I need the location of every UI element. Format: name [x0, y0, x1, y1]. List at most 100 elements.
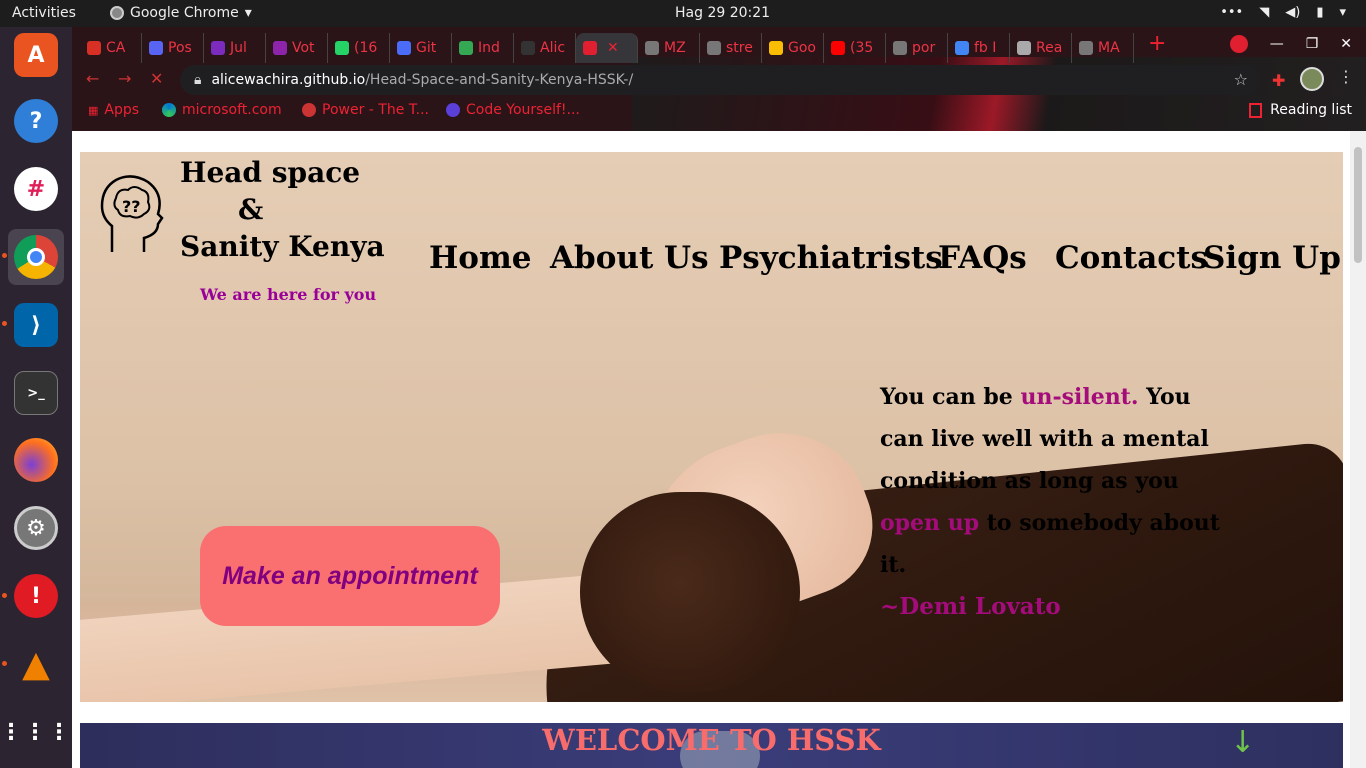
tab-favicon-icon: [273, 41, 287, 55]
bookmark-microsoft[interactable]: microsoft.com: [162, 102, 282, 118]
nav-faqs[interactable]: FAQs: [938, 240, 1027, 276]
tab-favicon-icon: [583, 41, 597, 55]
system-tray[interactable]: ••• ◥ ◀) ▮ ▾: [1220, 5, 1346, 20]
app-menu[interactable]: Google Chrome ▾: [110, 5, 252, 21]
browser-tab[interactable]: Goo: [762, 33, 824, 63]
minimize-button[interactable]: —: [1270, 36, 1284, 52]
back-button[interactable]: ←: [86, 69, 99, 88]
tab-label: Jul: [230, 40, 247, 56]
browser-tab[interactable]: Vot: [266, 33, 328, 63]
more-icon[interactable]: •••: [1220, 5, 1243, 20]
browser-tab[interactable]: ✕: [576, 33, 638, 63]
firefox-icon: [14, 438, 58, 482]
browser-tab[interactable]: MZ: [638, 33, 700, 63]
chrome-menu-button[interactable]: ⋮: [1338, 67, 1354, 86]
forward-button[interactable]: →: [118, 69, 131, 88]
running-indicator: [2, 661, 7, 666]
browser-tab[interactable]: MA: [1072, 33, 1134, 63]
tab-close-icon[interactable]: ✕: [607, 40, 619, 56]
dock-settings[interactable]: ⚙: [8, 500, 64, 556]
tab-label: Goo: [788, 40, 816, 56]
browser-tab[interactable]: Git: [390, 33, 452, 63]
bookmark-code-yourself[interactable]: Code Yourself!...: [446, 102, 580, 118]
running-indicator: [2, 253, 7, 258]
dock-vscode[interactable]: ⟩: [8, 297, 64, 353]
tab-favicon-icon: [211, 41, 225, 55]
edge-icon: [162, 103, 176, 117]
tab-label: MZ: [664, 40, 686, 56]
quote-highlight-open-up: open up: [880, 510, 980, 536]
chevron-down-icon[interactable]: ▾: [1339, 5, 1346, 20]
nav-psychiatrists[interactable]: Psychiatrists: [719, 240, 943, 276]
make-appointment-button[interactable]: Make an appointment: [200, 526, 500, 626]
browser-tab[interactable]: Ind: [452, 33, 514, 63]
terminal-icon: >_: [14, 371, 58, 415]
chrome-icon: [14, 235, 58, 279]
browser-tab[interactable]: Alic: [514, 33, 576, 63]
dock-help[interactable]: ?: [8, 93, 64, 149]
stop-button[interactable]: ✕: [150, 69, 163, 88]
lock-icon[interactable]: 🔒︎: [194, 72, 201, 88]
svg-text:??: ??: [122, 197, 141, 216]
reading-list-button[interactable]: Reading list: [1249, 102, 1352, 118]
site-title-line1: Head space: [180, 156, 361, 189]
quote-author: ~Demi Lovato: [880, 593, 1061, 620]
page-scrollbar[interactable]: [1350, 131, 1366, 768]
running-indicator: [2, 593, 7, 598]
url-host: alicewachira.github.io: [211, 72, 366, 88]
dock-show-apps[interactable]: ⋮⋮⋮: [0, 704, 70, 760]
bookmark-power[interactable]: Power - The T...: [302, 102, 429, 118]
browser-tab[interactable]: CA: [80, 33, 142, 63]
tab-label: MA: [1098, 40, 1120, 56]
arrow-down-icon: ↓: [1230, 725, 1256, 760]
clock[interactable]: Hag 29 20:21: [675, 5, 770, 21]
tab-label: fb I: [974, 40, 997, 56]
maximize-button[interactable]: ❐: [1306, 36, 1319, 52]
dock-ubuntu-software[interactable]: A: [8, 27, 64, 83]
browser-tab[interactable]: stre: [700, 33, 762, 63]
dock-update-notifier[interactable]: !: [8, 568, 64, 624]
new-tab-button[interactable]: +: [1148, 31, 1166, 63]
browser-tab[interactable]: (16: [328, 33, 390, 63]
nav-contacts[interactable]: Contacts: [1055, 240, 1208, 276]
browser-tab[interactable]: Jul: [204, 33, 266, 63]
browser-tab[interactable]: por: [886, 33, 948, 63]
alert-icon: !: [14, 574, 58, 618]
activities-button[interactable]: Activities: [12, 5, 76, 21]
dock-google-chrome[interactable]: [8, 229, 64, 285]
bookmark-star-icon[interactable]: ☆: [1234, 70, 1248, 89]
scrollbar-thumb[interactable]: [1354, 147, 1362, 263]
browser-tab[interactable]: fb I: [948, 33, 1010, 63]
dock-firefox[interactable]: [8, 432, 64, 488]
chevron-down-icon: ▾: [244, 5, 252, 21]
volume-icon[interactable]: ◀): [1285, 5, 1300, 20]
recording-icon[interactable]: [1229, 35, 1248, 53]
profile-avatar[interactable]: [1300, 67, 1324, 91]
close-button[interactable]: ✕: [1340, 36, 1352, 52]
software-icon: A: [14, 33, 58, 77]
browser-tab[interactable]: Pos: [142, 33, 204, 63]
browser-tab[interactable]: (35: [824, 33, 886, 63]
tab-favicon-icon: [831, 41, 845, 55]
address-bar[interactable]: 🔒︎ alicewachira.github.io/Head-Space-and…: [180, 65, 1260, 95]
hero-quote: You can be un-silent. You can live well …: [880, 376, 1220, 628]
tab-label: Rea: [1036, 40, 1063, 56]
nav-home[interactable]: Home: [429, 240, 532, 276]
dock-vlc[interactable]: ▲: [8, 636, 64, 692]
tab-favicon-icon: [1079, 41, 1093, 55]
battery-icon[interactable]: ▮: [1316, 5, 1323, 20]
tab-favicon-icon: [149, 41, 163, 55]
dock: A ? # ⟩ >_ ⚙ ! ▲ ⋮⋮⋮: [0, 27, 72, 768]
nav-about-us[interactable]: About Us: [550, 240, 709, 276]
system-top-bar: Activities Google Chrome ▾ Hag 29 20:21 …: [0, 0, 1366, 27]
browser-tab[interactable]: Rea: [1010, 33, 1072, 63]
extensions-icon[interactable]: ✚: [1272, 71, 1285, 90]
bookmark-apps[interactable]: ▦ Apps: [88, 102, 139, 118]
dock-slack[interactable]: #: [8, 161, 64, 217]
nav-sign-up[interactable]: Sign Up: [1203, 240, 1341, 276]
wifi-icon[interactable]: ◥: [1259, 5, 1269, 20]
tab-favicon-icon: [87, 41, 101, 55]
dock-terminal[interactable]: >_: [8, 365, 64, 421]
head-brain-logo-icon: ??: [100, 175, 164, 252]
tab-favicon-icon: [769, 41, 783, 55]
